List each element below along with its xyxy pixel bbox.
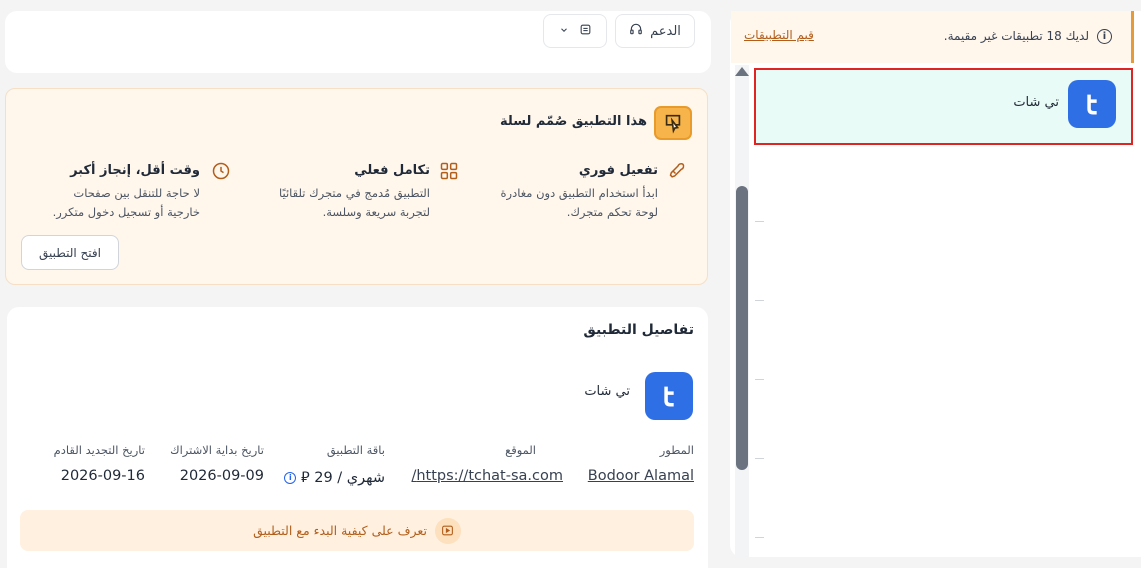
plan-value: شهري / 29 ⃁ i <box>279 468 385 487</box>
support-button[interactable]: الدعم <box>615 14 695 48</box>
plan-label: باقة التطبيق <box>326 443 385 457</box>
divider <box>755 379 764 380</box>
play-icon <box>434 517 461 544</box>
feature-desc-time: لا حاجة للتنقل بين صفحات خارجية أو تسجيل… <box>53 184 200 222</box>
feature-desc-instant: ابدأ استخدام التطبيق دون مغادرة لوحة تحك… <box>501 184 659 222</box>
feature-desc-line: التطبيق مُدمج في متجرك تلقائيًا <box>279 186 430 200</box>
renewal-date-label: تاريخ التجديد القادم <box>53 443 145 457</box>
divider <box>755 537 764 538</box>
feature-desc-line: لتجربة سريعة وسلسة. <box>322 205 430 219</box>
rate-apps-link[interactable]: قيم التطبيقات <box>744 28 814 42</box>
app-list-item-name: تي شات <box>1013 95 1059 110</box>
scroll-up-arrow[interactable] <box>735 67 749 76</box>
info-icon[interactable]: i <box>284 471 297 484</box>
feature-desc-line: خارجية أو تسجيل دخول متكرر. <box>52 205 200 219</box>
getting-started-link[interactable]: تعرف على كيفية البدء مع التطبيق <box>20 510 694 551</box>
view-dropdown[interactable] <box>543 14 607 48</box>
divider <box>755 458 764 459</box>
promo-title: هذا التطبيق صُمّم لسلة <box>500 114 647 129</box>
feature-title-time: وقت أقل، إنجاز أكبر <box>70 163 200 178</box>
notice-text: لديك 18 تطبيقات غير مقيمة. <box>943 29 1089 43</box>
developer-link[interactable]: Bodoor Alamal <box>588 468 694 484</box>
app-name: تي شات <box>584 384 630 399</box>
open-app-button[interactable]: افتح التطبيق <box>21 235 119 270</box>
support-label: الدعم <box>650 23 681 39</box>
developer-label: المطور <box>659 443 694 457</box>
divider <box>755 300 764 301</box>
details-title: تفاصيل التطبيق <box>583 322 694 338</box>
feature-desc-integration: التطبيق مُدمج في متجرك تلقائيًا لتجربة س… <box>279 184 430 222</box>
start-date-label: تاريخ بداية الاشتراك <box>170 443 264 457</box>
salla-app-icon <box>654 106 692 140</box>
feature-desc-line: لوحة تحكم متجرك. <box>566 205 658 219</box>
website-label: الموقع <box>505 443 536 457</box>
divider <box>755 221 764 222</box>
grid-icon <box>438 160 460 182</box>
scrollbar-thumb[interactable] <box>736 186 748 470</box>
renewal-date-value: 2026-09-16 <box>60 468 145 484</box>
chevron-down-icon <box>559 25 569 38</box>
rocket-icon <box>667 160 689 182</box>
website-link[interactable]: https://tchat-sa.com/ <box>411 468 563 484</box>
headset-icon <box>629 22 643 40</box>
app-logo <box>1068 80 1116 128</box>
feature-title-instant: تفعيل فوري <box>578 163 658 178</box>
getting-started-label: تعرف على كيفية البدء مع التطبيق <box>253 523 427 538</box>
plan-value-text: شهري / 29 ⃁ <box>301 470 385 486</box>
app-logo <box>645 372 693 420</box>
start-date-value: 2026-09-09 <box>179 468 264 484</box>
calendar-icon <box>579 23 592 39</box>
feature-desc-line: ابدأ استخدام التطبيق دون مغادرة <box>500 186 659 200</box>
info-icon: i <box>1097 29 1112 44</box>
feature-desc-line: لا حاجة للتنقل بين صفحات <box>73 186 200 200</box>
clock-icon <box>210 160 232 182</box>
feature-title-integration: تكامل فعلي <box>354 163 430 178</box>
